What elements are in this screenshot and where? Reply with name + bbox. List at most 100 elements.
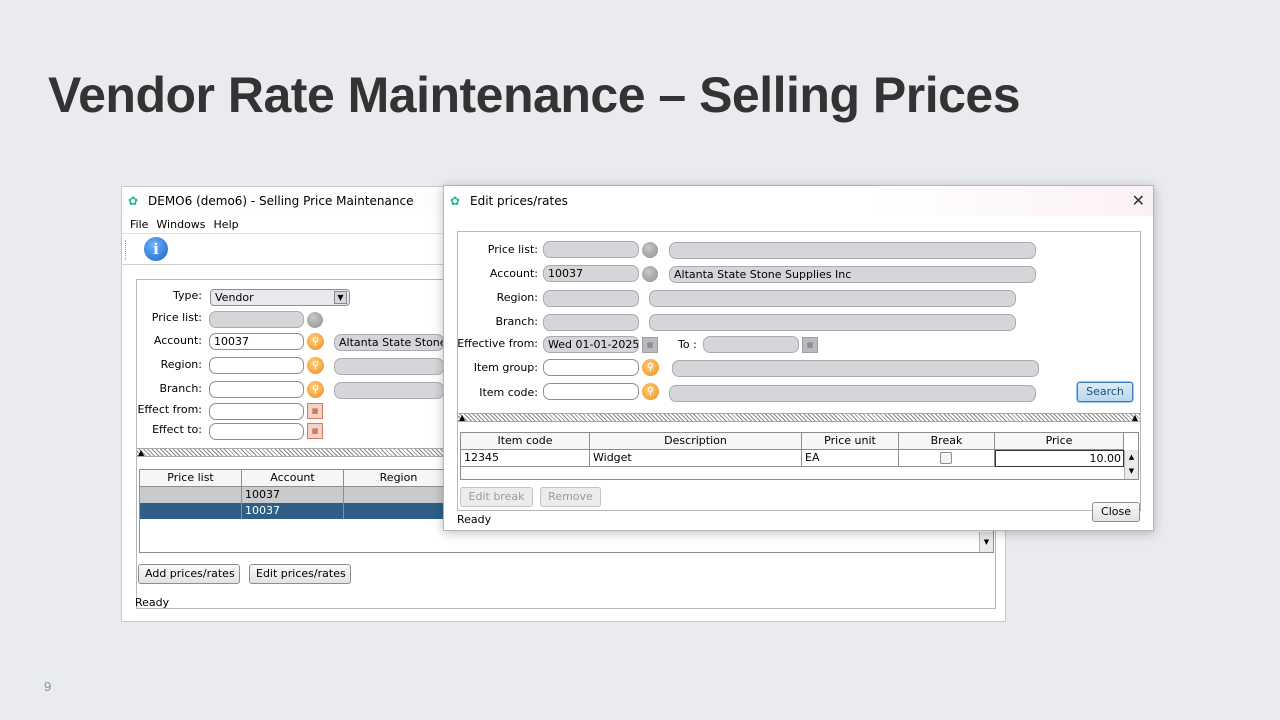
price-list-lookup-icon[interactable]	[642, 242, 658, 258]
edit-prices-rates-dialog: ✿ Edit prices/rates ✕ Price list: Accoun…	[443, 185, 1154, 531]
branch-label: Branch:	[495, 315, 538, 328]
account-field[interactable]: 10037	[209, 333, 304, 350]
edit-titlebar: ✿ Edit prices/rates	[444, 186, 1153, 216]
item-code-search-icon[interactable]: ⚲	[642, 383, 659, 400]
col-header-break[interactable]: Break	[899, 433, 995, 450]
type-select[interactable]: Vendor ▼	[210, 289, 350, 306]
price-list-label: Price list:	[487, 243, 538, 256]
item-code-label: Item code:	[479, 386, 538, 399]
col-header-price[interactable]: Price	[995, 433, 1124, 450]
branch-search-icon[interactable]: ⚲	[307, 381, 324, 398]
account-search-icon[interactable]: ⚲	[307, 333, 324, 350]
break-cell	[899, 450, 995, 467]
account-field[interactable]: 10037	[543, 265, 639, 282]
branch-field[interactable]	[543, 314, 639, 331]
item-code-desc-field	[669, 385, 1036, 402]
region-label: Region:	[496, 291, 538, 304]
region-field[interactable]	[209, 357, 304, 374]
calendar-icon[interactable]: ▦	[802, 337, 818, 353]
item-code-cell[interactable]: 12345	[461, 450, 590, 467]
close-button[interactable]: Close	[1092, 502, 1140, 522]
to-label: To :	[678, 338, 697, 351]
item-group-field[interactable]	[543, 359, 639, 376]
region-field[interactable]	[543, 290, 639, 307]
description-cell[interactable]: Widget	[590, 450, 802, 467]
region-desc-field	[334, 358, 444, 375]
to-field[interactable]	[703, 336, 799, 353]
search-button[interactable]: Search	[1077, 382, 1133, 402]
branch-field[interactable]	[209, 381, 304, 398]
item-group-desc-field	[672, 360, 1039, 377]
account-lookup-icon[interactable]	[642, 266, 658, 282]
price-list-field[interactable]	[209, 311, 304, 328]
account-name-field: Altanta State Stone Supplies Inc	[669, 266, 1036, 283]
item-code-field[interactable]	[543, 383, 639, 400]
col-header-region[interactable]: Region	[344, 470, 454, 487]
effect-from-label: Effect from:	[137, 403, 202, 416]
calendar-icon[interactable]: ▦	[642, 337, 658, 353]
price-unit-cell[interactable]: EA	[802, 450, 899, 467]
app-icon: ✿	[450, 194, 461, 208]
splitter-handle[interactable]	[458, 413, 1140, 422]
effective-from-label: Effective from:	[457, 337, 538, 350]
item-group-label: Item group:	[473, 361, 538, 374]
scroll-arrows-icon[interactable]: ▲ ▼	[1124, 450, 1138, 479]
grid-cell[interactable]: 10037	[242, 487, 344, 503]
close-icon[interactable]: ✕	[1132, 191, 1145, 210]
edit-break-button[interactable]: Edit break	[460, 487, 533, 507]
slide-title: Vendor Rate Maintenance – Selling Prices	[48, 67, 1021, 123]
collapse-up-icon[interactable]: ▲	[1132, 413, 1138, 422]
grid-cell-selected[interactable]: 10037	[242, 503, 344, 519]
calendar-icon[interactable]: ▦	[307, 423, 323, 439]
price-list-label: Price list:	[151, 311, 202, 324]
item-price-grid: Item code Description Price unit Break P…	[460, 432, 1139, 480]
col-header-price-unit[interactable]: Price unit	[802, 433, 899, 450]
account-label: Account:	[153, 334, 202, 347]
region-search-icon[interactable]: ⚲	[307, 357, 324, 374]
add-prices-rates-button[interactable]: Add prices/rates	[138, 564, 240, 584]
branch-label: Branch:	[159, 382, 202, 395]
app-icon: ✿	[128, 194, 139, 208]
page-number: 9	[44, 679, 52, 694]
grid-cell[interactable]	[140, 487, 242, 503]
menu-windows[interactable]: Windows	[156, 218, 205, 231]
info-icon[interactable]: i	[144, 237, 168, 261]
col-header-price-list[interactable]: Price list	[140, 470, 242, 487]
branch-desc-field	[334, 382, 444, 399]
price-list-field[interactable]	[543, 241, 639, 258]
item-group-search-icon[interactable]: ⚲	[642, 359, 659, 376]
effect-from-field[interactable]	[209, 403, 304, 420]
grid-cell[interactable]	[344, 487, 454, 503]
menu-help[interactable]: Help	[214, 218, 239, 231]
region-desc-field	[649, 290, 1016, 307]
account-label: Account:	[489, 267, 538, 280]
col-header-description[interactable]: Description	[590, 433, 802, 450]
grid-cell-selected[interactable]	[140, 503, 242, 519]
edit-status-text: Ready	[457, 513, 492, 526]
remove-button[interactable]: Remove	[540, 487, 601, 507]
effective-from-field[interactable]: Wed 01-01-2025	[543, 336, 639, 353]
col-header-account[interactable]: Account	[242, 470, 344, 487]
type-label: Type:	[173, 289, 202, 302]
scroll-down-icon[interactable]: ▼	[979, 532, 993, 552]
col-header-item-code[interactable]: Item code	[461, 433, 590, 450]
toolbar-handle[interactable]	[125, 240, 128, 260]
price-list-lookup-icon[interactable]	[307, 312, 323, 328]
break-checkbox[interactable]	[940, 452, 952, 464]
menu-file[interactable]: File	[130, 218, 148, 231]
edit-content-panel: Price list: Account: 10037 Altanta State…	[457, 231, 1141, 526]
main-status-text: Ready	[135, 596, 170, 609]
chevron-down-icon: ▼	[334, 291, 347, 304]
effect-to-field[interactable]	[209, 423, 304, 440]
main-window-title: DEMO6 (demo6) - Selling Price Maintenanc…	[148, 194, 414, 208]
account-name-field: Altanta State Stone S	[334, 334, 444, 351]
region-label: Region:	[160, 358, 202, 371]
edit-prices-rates-button[interactable]: Edit prices/rates	[249, 564, 351, 584]
calendar-icon[interactable]: ▦	[307, 403, 323, 419]
grid-cell-selected[interactable]	[344, 503, 454, 519]
collapse-up-icon[interactable]: ▲	[138, 448, 144, 457]
collapse-up-icon[interactable]: ▲	[459, 413, 465, 422]
price-list-desc-field	[669, 242, 1036, 259]
effect-to-label: Effect to:	[152, 423, 202, 436]
price-cell[interactable]: 10.00	[995, 450, 1124, 467]
